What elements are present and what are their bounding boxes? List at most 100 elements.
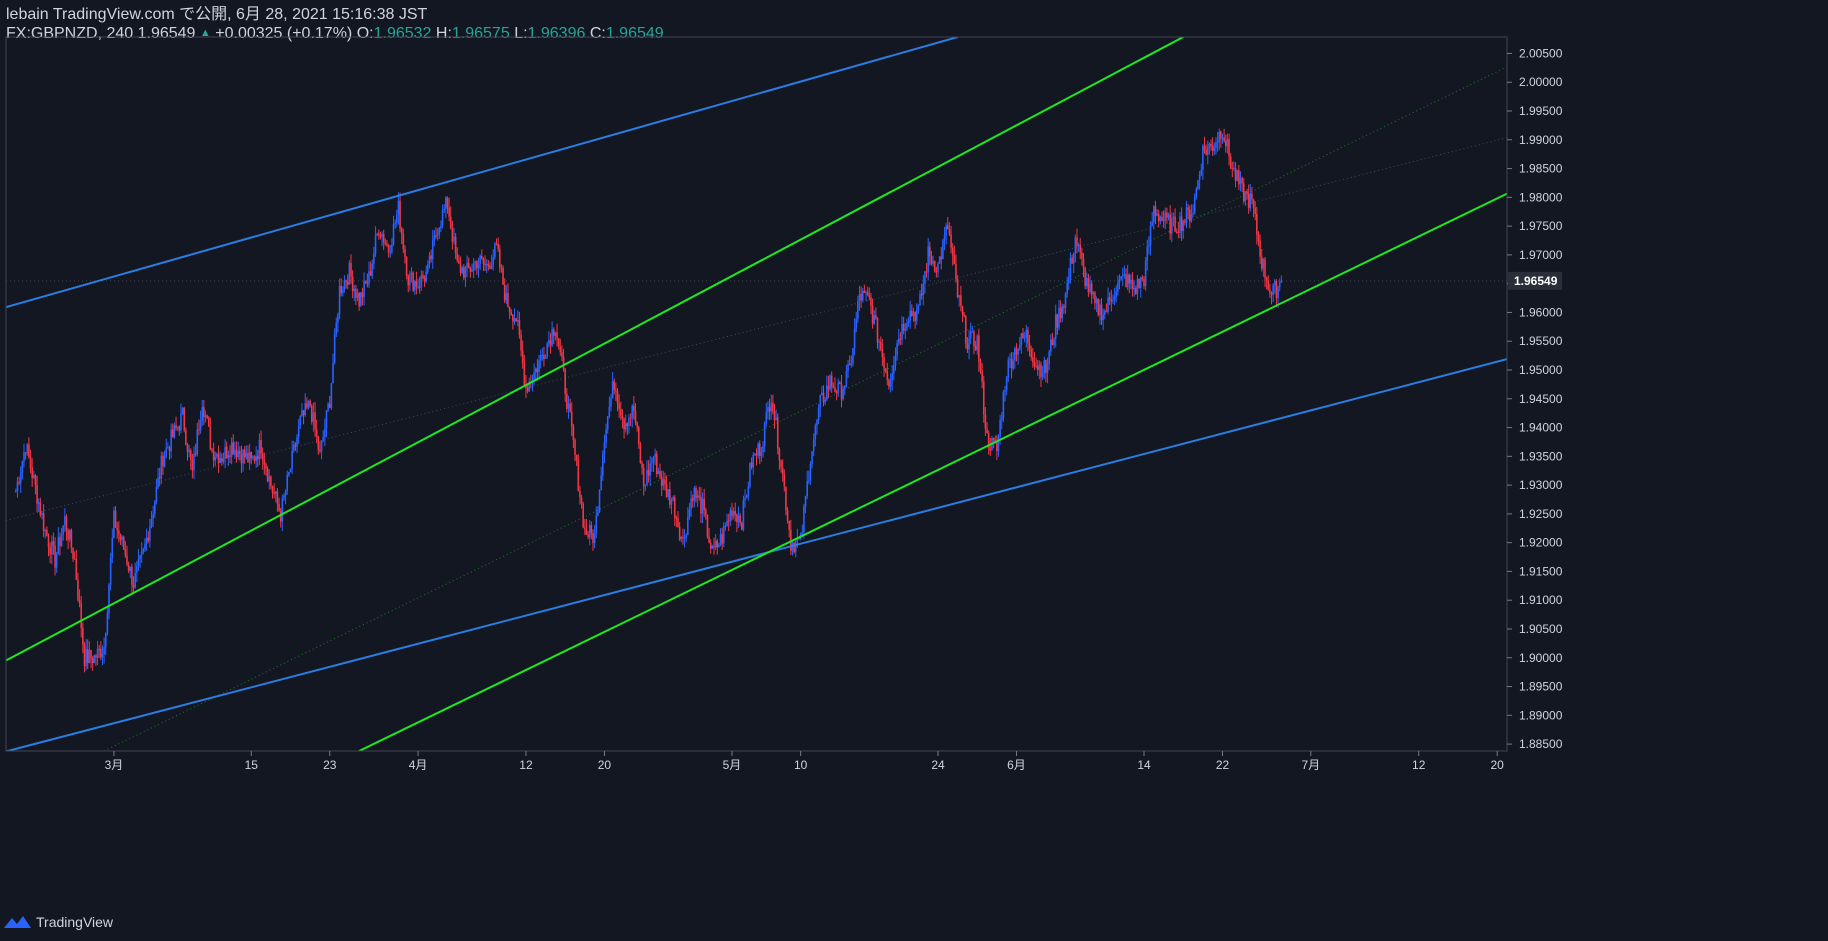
candle-body xyxy=(445,197,447,209)
candle-body xyxy=(865,292,867,294)
candle-body xyxy=(727,520,730,522)
candle-body xyxy=(816,420,818,426)
candle-body xyxy=(453,236,455,242)
candle-body xyxy=(111,537,114,559)
candle-body xyxy=(1023,337,1026,339)
candle-body xyxy=(358,292,360,307)
trend-line-1[interactable] xyxy=(6,358,1507,751)
candle-body xyxy=(1025,330,1028,338)
candle-body xyxy=(271,486,274,493)
time-axis[interactable]: 3月 15 23 4月 12 20 5月 10 24 6月 14 22 7月 12 20 xyxy=(105,751,1505,772)
candle-body xyxy=(1166,212,1168,218)
candle-body xyxy=(693,487,696,501)
tradingview-footer[interactable]: TradingView xyxy=(4,912,113,932)
candle-body xyxy=(253,456,256,462)
candle-body xyxy=(281,498,284,522)
candle-body xyxy=(1071,257,1073,264)
candle-body xyxy=(1161,216,1163,221)
candle-body xyxy=(186,444,189,452)
candle-body xyxy=(307,400,310,408)
candle-body xyxy=(585,528,588,535)
candle-body xyxy=(592,533,594,544)
candle-body xyxy=(108,584,110,614)
candle-body xyxy=(274,491,277,494)
candle-body xyxy=(1100,304,1103,321)
candle-body xyxy=(1125,274,1127,288)
y-tick-label: 1.94000 xyxy=(1519,421,1563,435)
trend-line-0[interactable] xyxy=(6,37,958,309)
candle-body xyxy=(283,495,285,499)
candle-body xyxy=(395,214,398,224)
candle-body xyxy=(917,305,920,311)
candle-body xyxy=(610,398,612,407)
candle-body xyxy=(60,534,63,547)
candle-body xyxy=(1043,360,1046,374)
candle-body xyxy=(901,324,903,340)
candle-body xyxy=(729,510,732,521)
candle-body xyxy=(773,410,776,421)
candle-body xyxy=(1128,274,1131,284)
candle-body xyxy=(134,572,136,588)
candle-body xyxy=(817,407,820,421)
candle-body xyxy=(510,311,513,315)
candle-body xyxy=(1077,244,1080,247)
last-price-label: 1.96549 xyxy=(1514,274,1558,288)
price-axis[interactable]: 2.00500 2.00000 1.99500 1.99000 1.98500 1.980… xyxy=(1507,46,1563,751)
candle-body xyxy=(404,248,406,258)
y-tick-label: 1.95000 xyxy=(1519,363,1563,377)
candle-body xyxy=(1251,193,1253,200)
y-tick-label: 1.88500 xyxy=(1519,737,1563,751)
candle-body xyxy=(441,210,444,226)
candle-body xyxy=(572,426,575,440)
candle-body xyxy=(284,490,287,496)
candle-body xyxy=(101,653,104,658)
candle-body xyxy=(65,516,68,531)
trend-line-3[interactable] xyxy=(358,192,1507,751)
candle-body xyxy=(840,383,843,400)
candle-body xyxy=(1094,292,1096,304)
candle-body xyxy=(163,455,166,467)
candle-body xyxy=(276,491,279,504)
candle-body xyxy=(1270,292,1273,295)
candle-body xyxy=(1117,282,1119,292)
candle-body xyxy=(969,331,972,339)
candle-body xyxy=(837,382,840,393)
y-tick-label: 1.89500 xyxy=(1519,680,1563,694)
candle-body xyxy=(574,439,576,455)
y-tick-label: 1.95500 xyxy=(1519,334,1563,348)
candle-body xyxy=(768,407,771,412)
candle-body xyxy=(678,526,681,540)
candle-body xyxy=(144,543,146,550)
candle-body xyxy=(167,447,169,449)
candle-body xyxy=(77,579,79,600)
candle-body xyxy=(239,451,241,454)
candle-body xyxy=(713,545,715,548)
candle-body xyxy=(413,281,416,291)
candle-body xyxy=(294,444,297,447)
candle-body xyxy=(683,537,686,539)
candle-body xyxy=(456,253,459,261)
candle-body xyxy=(587,534,589,538)
candle-body xyxy=(320,441,323,452)
candle-body xyxy=(1192,213,1194,215)
candle-body xyxy=(139,555,141,560)
trend-line-2[interactable] xyxy=(6,37,1184,662)
candles xyxy=(15,128,1283,673)
candle-body xyxy=(1038,364,1041,370)
candle-body xyxy=(319,449,321,452)
candle-body xyxy=(868,294,871,298)
candle-body xyxy=(981,370,983,382)
candle-body xyxy=(83,644,86,667)
candle-body xyxy=(175,425,177,428)
candle-body xyxy=(1257,234,1260,242)
candle-body xyxy=(392,224,395,245)
price-chart[interactable]: 2.00500 2.00000 1.99500 1.99000 1.98500 1.980… xyxy=(0,0,1828,941)
candle-body xyxy=(803,506,805,533)
trend-lines[interactable] xyxy=(6,37,1507,751)
candle-body xyxy=(26,444,29,454)
candle-body xyxy=(103,647,105,654)
candle-body xyxy=(1205,150,1207,155)
candle-body xyxy=(623,418,625,430)
candle-body xyxy=(1067,277,1070,283)
candle-body xyxy=(505,293,508,301)
